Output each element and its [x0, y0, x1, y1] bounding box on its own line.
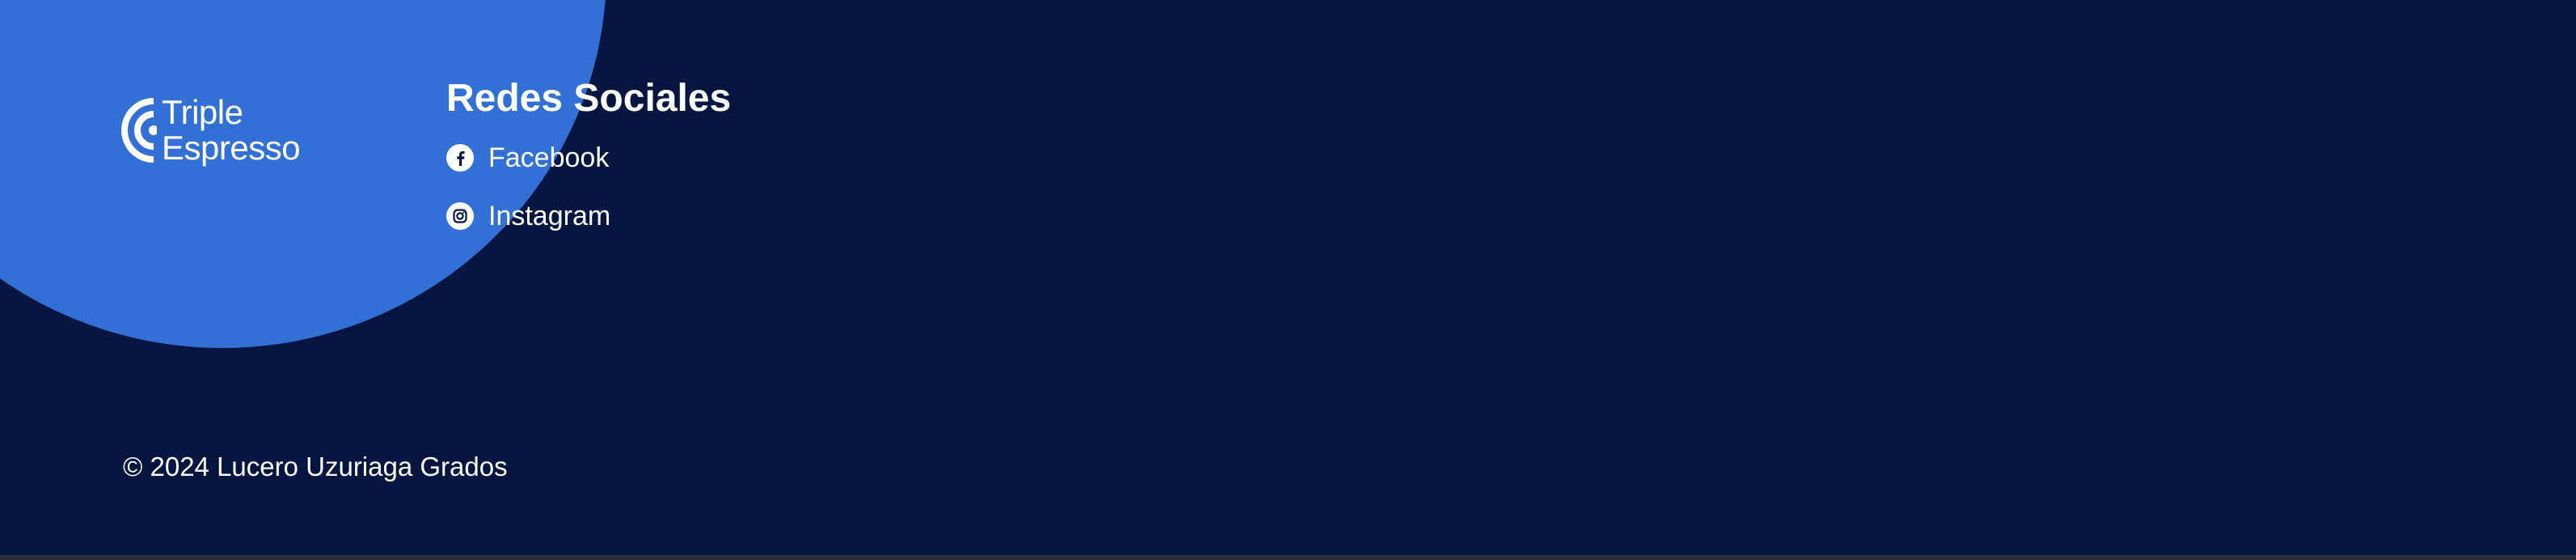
instagram-icon	[446, 202, 474, 230]
triple-espresso-logo-icon	[121, 98, 157, 163]
brand-logo[interactable]: Triple Espresso	[121, 93, 301, 167]
page-bottom-edge	[0, 555, 2576, 560]
site-footer: Triple Espresso Redes Sociales Facebook	[0, 0, 2576, 555]
social-list: Facebook Instagram	[446, 134, 731, 240]
facebook-icon	[446, 144, 474, 172]
social-label-facebook: Facebook	[488, 142, 610, 173]
social-label-instagram: Instagram	[488, 200, 611, 231]
social-link-instagram[interactable]: Instagram	[446, 193, 731, 240]
social-title: Redes Sociales	[446, 77, 732, 120]
brand-name-line2: Espresso	[162, 129, 301, 167]
brand-name-line1: Triple	[162, 93, 243, 131]
copyright-text: © 2024 Lucero Uzuriaga Grados	[123, 452, 508, 482]
social-link-facebook[interactable]: Facebook	[446, 134, 731, 181]
brand-name: Triple Espresso	[162, 93, 301, 167]
social-section: Redes Sociales Facebook Instagram	[446, 74, 731, 251]
